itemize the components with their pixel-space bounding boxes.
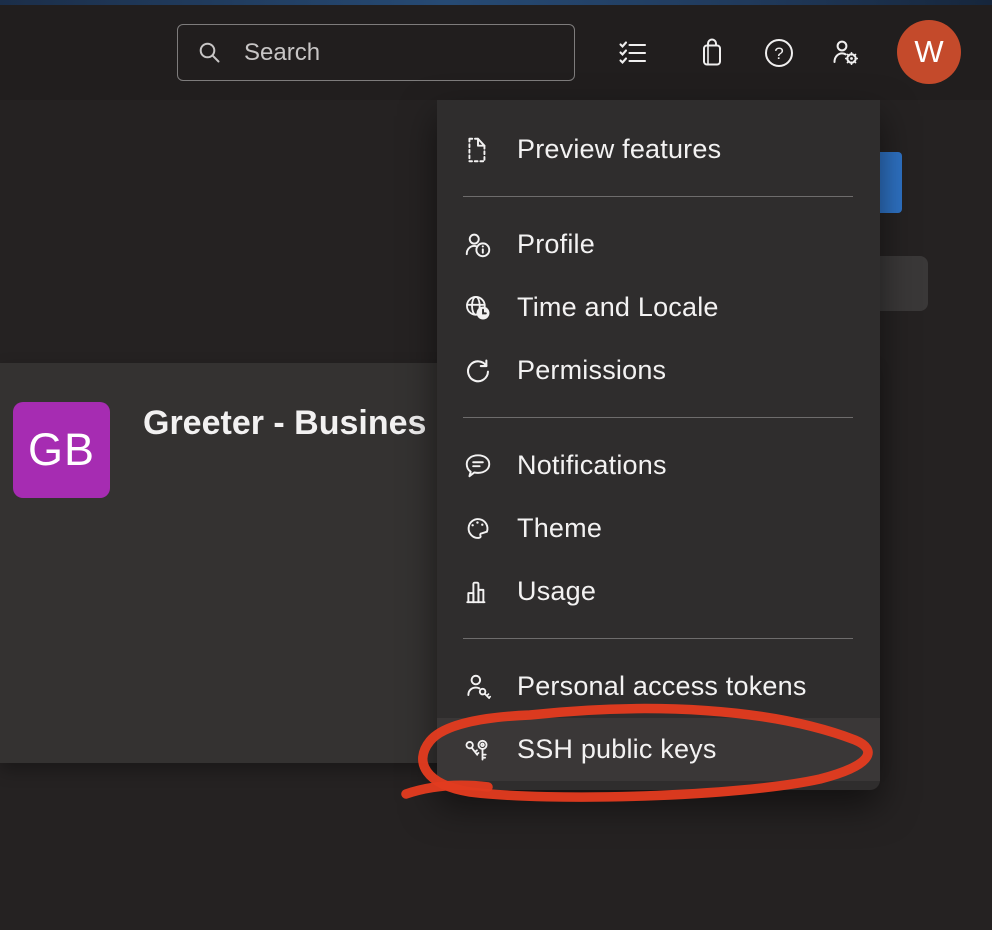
marketplace-button[interactable] <box>696 37 728 69</box>
menu-divider <box>463 638 853 639</box>
menu-item-notifications[interactable]: Notifications <box>437 434 880 497</box>
search-input[interactable] <box>244 39 544 67</box>
menu-item-label: Usage <box>517 576 596 607</box>
menu-item-permissions[interactable]: Permissions <box>437 339 880 402</box>
window-accent-strip <box>0 0 992 5</box>
project-title: Greeter - Busines <box>143 404 426 443</box>
project-avatar: GB <box>13 402 110 498</box>
app-window: GB Greeter - Busines <box>0 0 992 930</box>
top-bar: ? W <box>0 0 992 100</box>
menu-item-preview-features[interactable]: Preview features <box>437 118 880 181</box>
usage-icon <box>463 577 493 607</box>
menu-item-label: Time and Locale <box>517 292 719 323</box>
menu-item-label: Profile <box>517 229 595 260</box>
notifications-icon <box>463 451 493 481</box>
menu-item-ssh-public-keys[interactable]: SSH public keys <box>437 718 880 781</box>
theme-icon <box>463 514 493 544</box>
menu-item-label: SSH public keys <box>517 734 717 765</box>
menu-item-label: Theme <box>517 513 602 544</box>
task-list-button[interactable] <box>617 37 649 69</box>
menu-item-label: Notifications <box>517 450 667 481</box>
menu-item-time-and-locale[interactable]: Time and Locale <box>437 276 880 339</box>
menu-item-label: Preview features <box>517 134 721 165</box>
time-locale-icon <box>463 293 493 323</box>
permissions-icon <box>463 356 493 386</box>
user-settings-menu: Preview features Profile <box>437 100 880 790</box>
menu-divider <box>463 417 853 418</box>
user-settings-button[interactable] <box>830 37 862 69</box>
help-button[interactable]: ? <box>763 37 795 69</box>
menu-item-profile[interactable]: Profile <box>437 213 880 276</box>
menu-item-label: Personal access tokens <box>517 671 807 702</box>
search-box[interactable] <box>177 24 575 81</box>
search-icon <box>197 40 223 66</box>
menu-item-label: Permissions <box>517 355 666 386</box>
menu-item-usage[interactable]: Usage <box>437 560 880 623</box>
profile-icon <box>463 230 493 260</box>
user-avatar[interactable]: W <box>897 20 961 84</box>
menu-item-theme[interactable]: Theme <box>437 497 880 560</box>
ssh-public-keys-icon <box>463 735 493 765</box>
menu-divider <box>463 196 853 197</box>
preview-features-icon <box>463 135 493 165</box>
personal-access-tokens-icon <box>463 672 493 702</box>
help-glyph: ? <box>774 44 783 63</box>
menu-item-personal-access-tokens[interactable]: Personal access tokens <box>437 655 880 718</box>
